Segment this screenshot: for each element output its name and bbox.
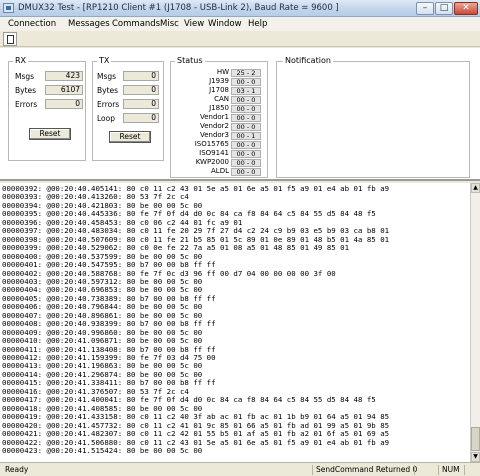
status-row-label: ALDL [211,167,229,175]
tx-loop-label: Loop [97,114,115,123]
new-document-button[interactable] [3,32,17,46]
rx-errors-label: Errors [15,100,38,109]
rx-reset-button[interactable]: Reset [29,128,71,140]
status-group: Status HW 25 - 2 J1939 00 - 0 J1708 03 - 1 CAN… [170,56,268,178]
status-num: NUM [438,465,462,475]
log-line: 00000399: @00:20:40.529062: 80 c0 0e fe … [2,243,350,253]
status-row-label: CAN [214,95,229,103]
log-line: 00000419: @00:20:41.433158: 80 c0 11 c2 … [2,412,390,422]
log-line: 00000401: @00:20:40.547595: 80 b7 00 00 … [2,260,216,270]
maximize-button[interactable]: □ [435,2,453,15]
menu-help[interactable]: Help [248,19,267,29]
status-row-value: 00 - 0 [231,168,261,176]
rx-errors-value: 0 [45,99,83,109]
status-row-label: ISO9141 [199,149,229,157]
rx-bytes-value: 6107 [45,85,83,95]
tx-group-label: TX [97,56,112,65]
status-row-value: 00 - 0 [231,159,261,167]
notification-group: Notification [276,56,470,178]
tx-errors-label: Errors [97,100,120,109]
close-button[interactable]: ✕ [454,2,478,15]
status-row-label: KWP2000 [195,158,229,166]
minimize-button[interactable]: – [416,2,434,15]
status-row-value: 03 - 1 [231,87,261,95]
status-row-label: J1708 [209,86,229,94]
menu-window[interactable]: Window [208,19,242,29]
rx-msgs-value: 423 [45,71,83,81]
tx-loop-value: 0 [123,113,159,123]
status-group-label: Status [175,56,205,65]
status-row-value: 00 - 0 [231,123,261,131]
tx-msgs-label: Msgs [97,72,117,81]
tx-reset-button[interactable]: Reset [109,131,151,143]
message-log[interactable]: 00000392: @00:20:40.405141: 80 c0 11 c2 … [0,183,470,462]
status-row-label: J1939 [209,77,229,85]
status-row-value: 25 - 2 [231,69,261,77]
log-line: 00000408: @00:20:40.938399: 80 b7 00 00 … [2,319,216,329]
menu-messages[interactable]: Messages [68,19,110,29]
status-row-value: 00 - 0 [231,114,261,122]
menu-commands[interactable]: Commands [112,19,160,29]
log-line: 00000410: @00:20:41.096871: 80 be 00 00 … [2,336,203,346]
status-row-label: Vendor1 [199,113,229,121]
log-scrollbar[interactable]: ▲ ▼ [470,183,480,462]
log-line: 00000423: @00:20:41.515424: 80 be 00 00 … [2,445,203,455]
status-row-label: Vendor3 [199,131,229,139]
app-icon[interactable] [3,3,14,13]
rx-group-label: RX [13,56,29,65]
status-row-label: Vendor2 [199,122,229,130]
rx-bytes-label: Bytes [15,86,37,95]
status-row-value: 00 - 0 [231,78,261,86]
status-row-value: 00 - 0 [231,105,261,113]
rx-msgs-label: Msgs [15,72,35,81]
menu-view[interactable]: View [184,19,204,29]
status-row-value: 00 - 0 [231,141,261,149]
status-cell-grip [464,465,478,475]
notification-group-label: Notification [283,56,333,65]
scroll-down-arrow-icon[interactable]: ▼ [471,452,480,462]
menu-bar: Connection Messages Commands Misc View W… [0,17,480,31]
status-row-label: HW [216,68,229,76]
status-row-label: J1850 [209,104,229,112]
tx-group: TX Msgs 0 Bytes 0 Errors 0 Loop 0 Reset [92,56,164,161]
window-title: DMUX32 Test - [RP1210 Client #1 (J1708 -… [18,3,339,13]
status-row-value: 00 - 1 [231,132,261,140]
tx-bytes-label: Bytes [97,86,119,95]
toolbar [0,31,480,47]
status-row-label: ISO15765 [194,140,229,148]
tx-errors-value: 0 [123,99,159,109]
status-row-value: 00 - 0 [231,96,261,104]
rx-group: RX Msgs 423 Bytes 6107 Errors 0 Reset [8,56,86,161]
counters-pane: RX Msgs 423 Bytes 6107 Errors 0 Reset TX… [0,48,480,181]
tx-bytes-value: 0 [123,85,159,95]
status-message: SendCommand Returned 0 [312,465,417,475]
status-ready: Ready [5,465,29,474]
scroll-up-arrow-icon[interactable]: ▲ [471,183,480,193]
menu-connection[interactable]: Connection [8,19,56,29]
status-row-value: 00 - 0 [231,150,261,158]
title-bar[interactable]: DMUX32 Test - [RP1210 Client #1 (J1708 -… [0,0,480,17]
status-cell-empty [414,465,436,475]
scroll-thumb[interactable] [471,427,480,451]
tx-msgs-value: 0 [123,71,159,81]
new-document-icon [7,35,14,44]
menu-misc[interactable]: Misc [160,19,179,29]
status-bar: Ready SendCommand Returned 0 NUM [0,462,480,476]
log-line: 00000421: @00:20:41.482307: 80 c0 11 c2 … [2,429,390,439]
